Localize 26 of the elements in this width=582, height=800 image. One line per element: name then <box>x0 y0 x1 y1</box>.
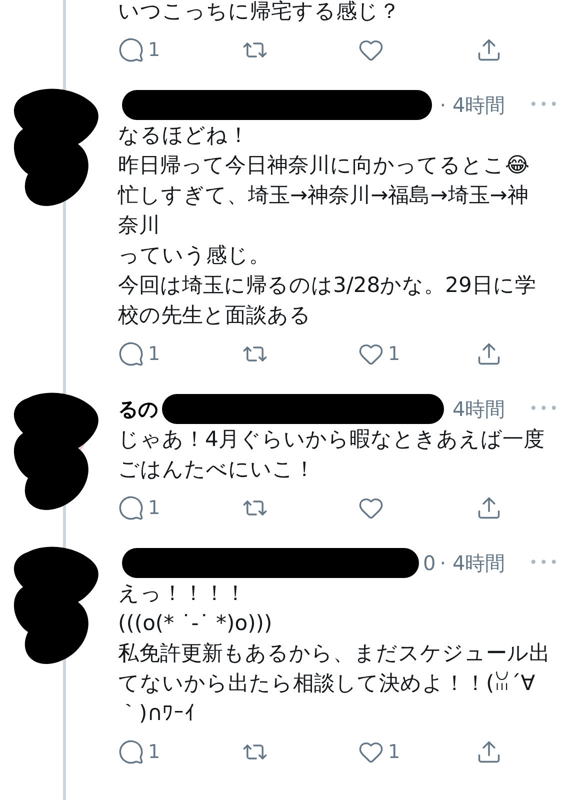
tweet-time: · 4時間 <box>440 550 506 577</box>
tweet-time: · 4時間 <box>440 92 506 119</box>
reply-count: 1 <box>148 342 160 367</box>
user-handle: 0 <box>423 550 436 577</box>
reply-count: 1 <box>148 38 160 63</box>
reply-icon[interactable] <box>118 495 144 521</box>
share-icon[interactable] <box>476 739 502 765</box>
share-icon[interactable] <box>476 495 502 521</box>
more-icon[interactable]: ••• <box>505 398 568 420</box>
more-icon[interactable]: ••• <box>505 552 568 574</box>
user-name[interactable]: るの <box>118 394 158 424</box>
share-icon[interactable] <box>476 37 502 63</box>
reply-count: 1 <box>148 740 160 765</box>
reply-icon[interactable] <box>118 37 144 63</box>
tweet-text: じゃあ！4月ぐらいから暇なときあえば一度 ごはんたべにいこ！ <box>118 426 546 483</box>
more-icon[interactable]: ••• <box>505 94 568 116</box>
reply-count: 1 <box>148 496 160 521</box>
tweet-text: いつこっちに帰宅する感じ？ <box>118 0 401 25</box>
like-count: 1 <box>388 740 400 765</box>
tweet-text: えっ！！！！ (((o(* ˙-˙ *)o))) 私免許更新もあるから、まだスケジュール出 てないから出たら相談して決めよ！！(ꈍ´∀ ｀)∩ﾜｰｲ <box>118 580 551 727</box>
tweet-time: 4時間 <box>452 396 506 423</box>
reply-icon[interactable] <box>118 739 144 765</box>
share-icon[interactable] <box>476 341 502 367</box>
like-count: 1 <box>388 342 400 367</box>
tweet-text: なるほどね！ 昨日帰って今日神奈川に向かってるとこ😂 忙しすぎて、埼玉→神奈川→福島→埼玉→神 奈川 っていう感じ。 今回は埼玉に帰るのは3/28かな。29日に学 校の先生と面談ある <box>118 122 537 329</box>
reply-icon[interactable] <box>118 341 144 367</box>
